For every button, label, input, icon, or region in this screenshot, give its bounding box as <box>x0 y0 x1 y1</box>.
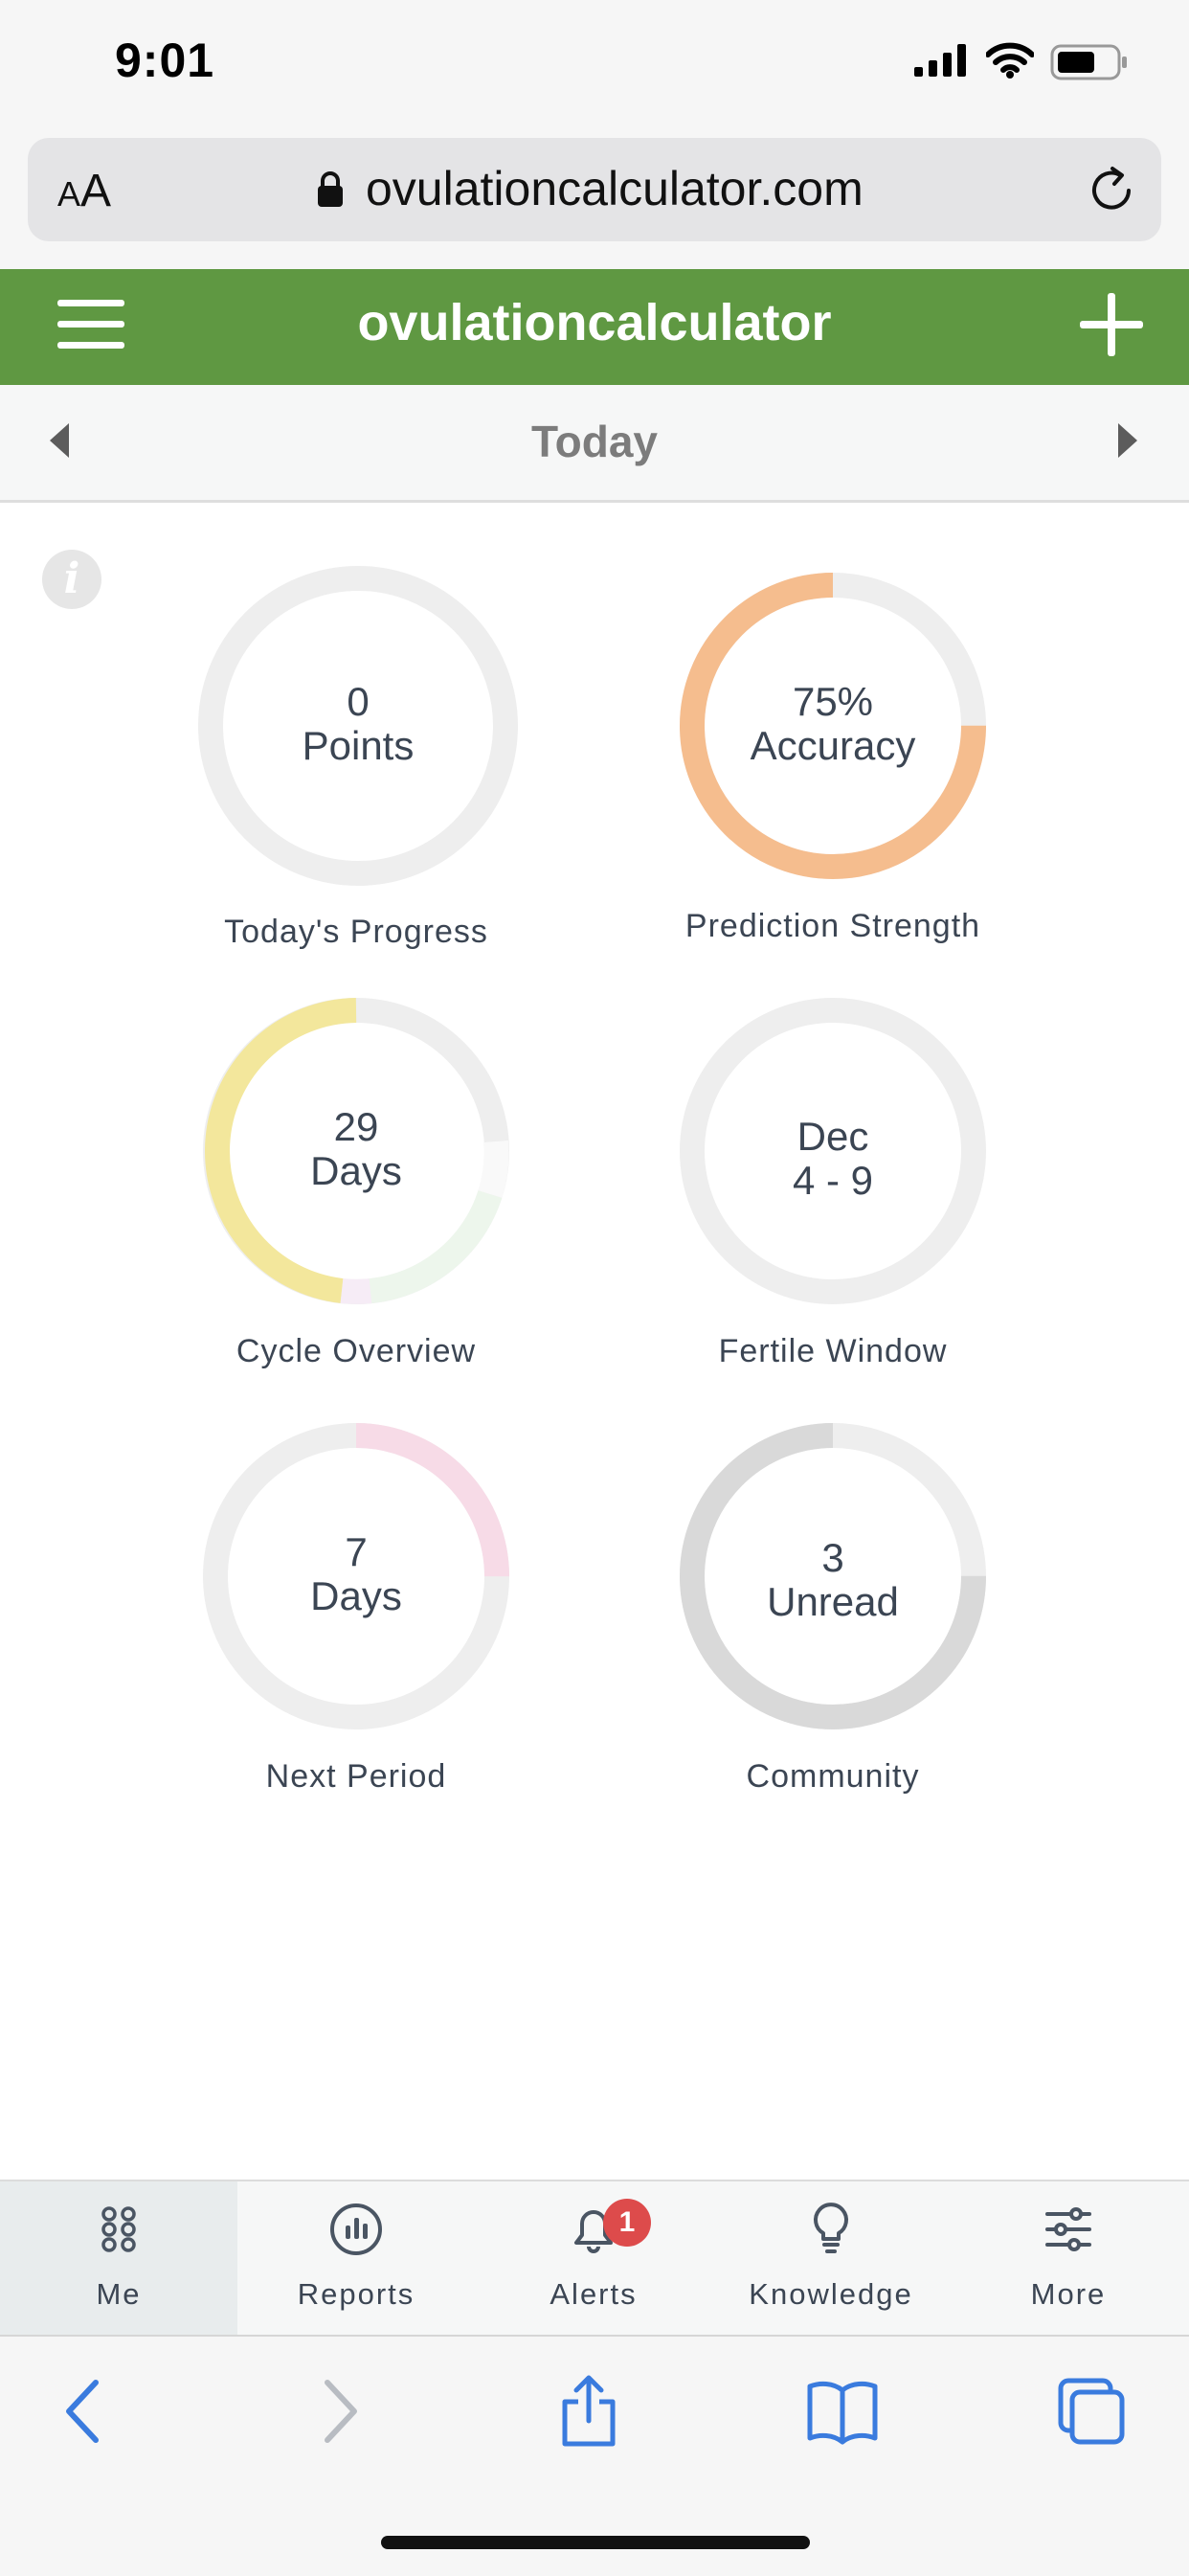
community-number: 3 <box>821 1535 844 1580</box>
fertile-window-days: 4 - 9 <box>792 1158 874 1203</box>
cycle-overview-small-arc <box>340 1278 372 1304</box>
lock-icon <box>318 171 343 207</box>
community-unit: Unread <box>767 1579 899 1624</box>
next-period-number: 7 <box>345 1529 368 1574</box>
app-title: ovulationcalculator <box>357 294 832 351</box>
text-size-large-label: A <box>80 166 112 216</box>
tab-more-label: More <box>1030 2277 1107 2311</box>
community-caption: Community <box>746 1758 920 1795</box>
forward-icon[interactable] <box>316 2373 364 2450</box>
wifi-icon <box>986 42 1034 79</box>
fertile-window-month: Dec <box>796 1114 869 1159</box>
cycle-overview-caption: Cycle Overview <box>236 1333 477 1369</box>
cycle-overview-value: 29 Days <box>203 1105 509 1193</box>
text-size-button[interactable]: AA <box>57 165 111 217</box>
bookmarks-icon[interactable] <box>804 2373 881 2450</box>
tabs-icon[interactable] <box>1053 2373 1130 2450</box>
prediction-strength-caption: Prediction Strength <box>684 908 981 944</box>
info-icon[interactable]: i <box>42 550 101 609</box>
share-icon[interactable] <box>555 2373 622 2450</box>
cycle-overview-unit: Days <box>310 1148 402 1193</box>
back-icon[interactable] <box>59 2373 107 2450</box>
tab-me[interactable]: Me <box>0 2181 237 2335</box>
home-indicator <box>381 2536 810 2549</box>
sliders-icon <box>1045 2207 1091 2251</box>
lightbulb-icon <box>814 2203 848 2253</box>
battery-icon <box>1050 44 1127 80</box>
reload-icon[interactable] <box>1084 163 1139 218</box>
next-day-arrow-icon[interactable] <box>1118 423 1137 458</box>
cycle-overview-number: 29 <box>333 1104 379 1149</box>
next-period-caption: Next Period <box>265 1758 447 1795</box>
prediction-strength-unit: Accuracy <box>750 723 916 768</box>
prediction-strength-number: 75% <box>792 679 874 724</box>
text-size-small-label: A <box>57 174 81 214</box>
tab-knowledge[interactable]: Knowledge <box>712 2181 950 2335</box>
tab-me-label: Me <box>96 2277 142 2311</box>
tab-more[interactable]: More <box>950 2181 1187 2335</box>
prediction-strength-value: 75% Accuracy <box>680 680 986 768</box>
alerts-badge: 1 <box>603 2199 651 2247</box>
date-label: Today <box>530 417 659 466</box>
url-text[interactable]: ovulationcalculator.com <box>366 161 864 216</box>
cycle-overview-fertile-arc <box>369 1189 503 1303</box>
tab-knowledge-label: Knowledge <box>749 2277 913 2311</box>
tab-reports[interactable]: Reports <box>237 2181 475 2335</box>
cellular-signal-icon <box>914 44 966 77</box>
status-time: 9:01 <box>115 34 215 87</box>
todays-progress-caption: Today's Progress <box>224 914 488 950</box>
bar-chart-icon <box>330 2203 382 2255</box>
fertile-window-value: Dec 4 - 9 <box>680 1115 986 1203</box>
tab-reports-label: Reports <box>297 2277 415 2311</box>
add-icon[interactable] <box>1080 293 1143 356</box>
fertile-window-caption: Fertile Window <box>718 1333 948 1369</box>
tab-alerts[interactable]: 1 Alerts <box>475 2181 712 2335</box>
todays-progress-value: 0 Points <box>205 680 511 768</box>
community-value: 3 Unread <box>680 1536 986 1624</box>
next-period-value: 7 Days <box>203 1530 509 1618</box>
todays-progress-unit: Points <box>302 723 415 768</box>
next-period-unit: Days <box>310 1573 402 1618</box>
tab-alerts-label: Alerts <box>550 2277 638 2311</box>
todays-progress-number: 0 <box>347 679 370 724</box>
grid-icon <box>101 2206 136 2252</box>
